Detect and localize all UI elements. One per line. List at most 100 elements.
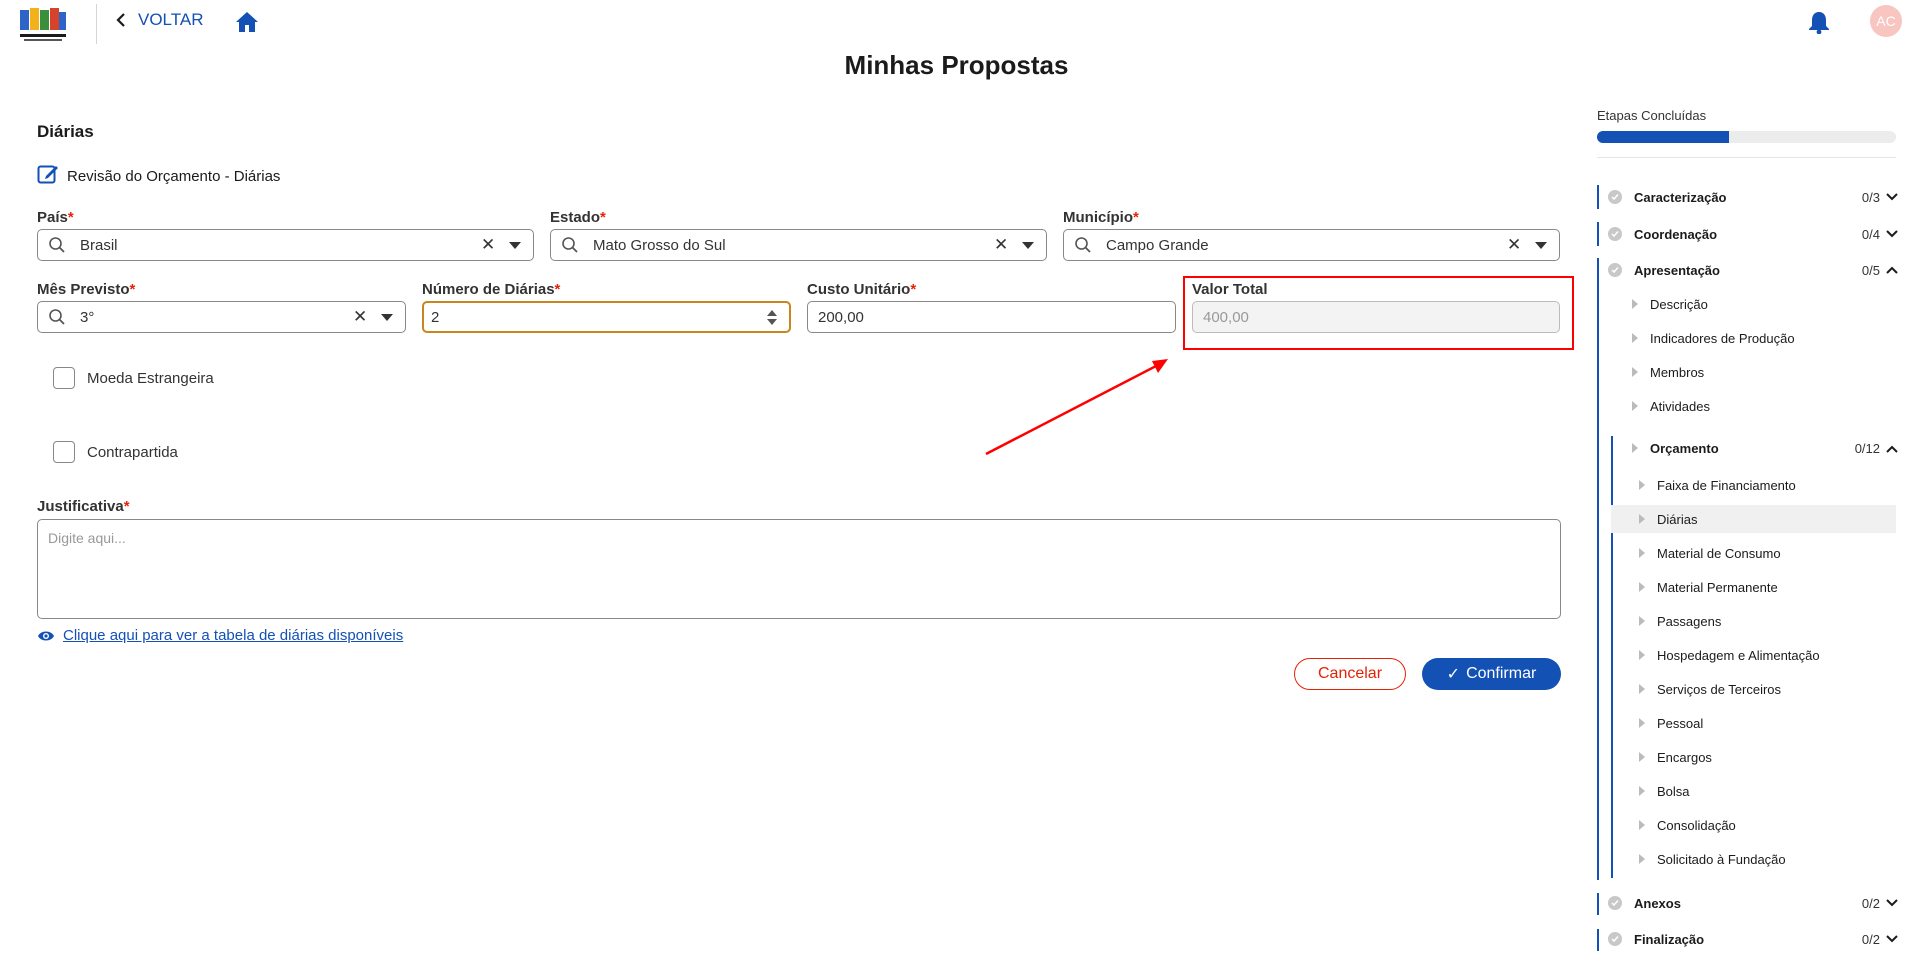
sidebar-subitem-faixa[interactable]: Faixa de Financiamento [1639,474,1796,496]
caret-right-icon [1639,718,1645,728]
custo-unitario-value: 200,00 [818,308,864,326]
municipio-select[interactable]: Campo Grande ✕ [1063,229,1560,261]
header-divider [96,4,97,44]
chevron-down-icon[interactable] [1886,191,1898,203]
highlight-box [1183,276,1574,350]
fapes-logo [14,0,70,44]
sidebar-item-label: Finalização [1634,931,1705,947]
sidebar-subitem-passagens[interactable]: Passagens [1639,610,1721,632]
sidebar-subitem-diarias[interactable]: Diárias [1639,508,1697,530]
sidebar-item-caracterizacao[interactable]: Caracterização 0/3 [1608,186,1898,208]
sidebar-subitem-encargos[interactable]: Encargos [1639,746,1712,768]
sidebar-subitem-membros[interactable]: Membros [1632,361,1704,383]
chevron-up-icon[interactable] [1886,441,1898,456]
pais-select[interactable]: Brasil ✕ [37,229,534,261]
sidebar-subitem-label: Faixa de Financiamento [1657,477,1796,493]
sidebar-subitem-servicos-terceiros[interactable]: Serviços de Terceiros [1639,678,1781,700]
confirm-button[interactable]: ✓ Confirmar [1422,658,1561,690]
clear-icon[interactable]: ✕ [481,235,495,255]
sidebar-subitem-consolidacao[interactable]: Consolidação [1639,814,1736,836]
sidebar-item-apresentacao[interactable]: Apresentação 0/5 [1608,259,1898,281]
back-button[interactable]: VOLTAR [114,8,204,32]
caret-right-icon [1639,650,1645,660]
mes-previsto-value: 3° [80,308,95,326]
dropdown-icon[interactable] [381,313,393,321]
chevron-down-icon[interactable] [1886,933,1898,945]
sidebar-item-finalizacao[interactable]: Finalização 0/2 [1608,928,1898,950]
cancel-button[interactable]: Cancelar [1294,658,1406,690]
chevron-up-icon[interactable] [1886,264,1898,276]
sidebar-subitem-label: Diárias [1657,511,1698,527]
sidebar-item-count: 0/3 [1861,189,1880,205]
sidebar-item-count: 0/2 [1861,895,1880,911]
sidebar-subitem-indicadores[interactable]: Indicadores de Produção [1632,327,1795,349]
mes-previsto-select[interactable]: 3° ✕ [37,301,406,333]
sidebar-subitem-label: Hospedagem e Alimentação [1657,647,1820,663]
check-circle-icon [1608,190,1622,204]
number-spinner-icon[interactable] [767,309,779,325]
justificativa-textarea[interactable]: Digite aqui... [37,519,1561,619]
dropdown-icon[interactable] [1022,241,1034,249]
checkbox-box[interactable] [53,367,75,389]
search-icon [49,309,65,325]
steps-title: Etapas Concluídas [1597,108,1707,123]
back-label: VOLTAR [138,10,204,29]
moeda-estrangeira-checkbox[interactable]: Moeda Estrangeira [53,367,214,389]
contrapartida-checkbox[interactable]: Contrapartida [53,441,178,463]
table-link[interactable]: Clique aqui para ver a tabela de diárias… [63,627,403,644]
pais-value: Brasil [80,236,118,254]
clear-icon[interactable]: ✕ [353,307,367,327]
sidebar-subitem-descricao[interactable]: Descrição [1632,293,1708,315]
table-link-row[interactable]: Clique aqui para ver a tabela de diárias… [37,627,403,644]
caret-right-icon [1632,333,1638,343]
check-circle-icon [1608,227,1622,241]
sidebar-item-coordenacao[interactable]: Coordenação 0/4 [1608,223,1898,245]
sidebar-subitem-material-consumo[interactable]: Material de Consumo [1639,542,1781,564]
avatar[interactable]: AC [1870,5,1902,37]
chevron-down-icon[interactable] [1886,897,1898,909]
sidebar-subitem-label: Material Permanente [1657,579,1778,595]
caret-right-icon [1639,786,1645,796]
dropdown-icon[interactable] [509,241,521,249]
bell-icon[interactable] [1808,10,1830,35]
search-icon [1075,237,1091,253]
checkbox-box[interactable] [53,441,75,463]
sidebar-subitem-label: Material de Consumo [1657,545,1781,561]
home-icon[interactable] [235,10,259,34]
chevron-left-icon [114,13,128,27]
sidebar-subitem-label: Atividades [1650,398,1710,414]
sidebar-subitem-atividades[interactable]: Atividades [1632,395,1710,417]
custo-unitario-input[interactable]: 200,00 [807,301,1176,333]
check-circle-icon [1608,932,1622,946]
clear-icon[interactable]: ✕ [1507,235,1521,255]
dropdown-icon[interactable] [1535,241,1547,249]
sidebar-divider [1597,157,1896,158]
review-header: Revisão do Orçamento - Diárias [37,163,280,189]
justificativa-placeholder: Digite aqui... [48,530,126,546]
sidebar-item-anexos[interactable]: Anexos 0/2 [1608,892,1898,914]
review-title: Revisão do Orçamento - Diárias [67,167,281,185]
sidebar-subitem-label: Descrição [1650,296,1708,312]
custo-unitario-label: Custo Unitário* [807,281,917,298]
sidebar-subitem-solicitado[interactable]: Solicitado à Fundação [1639,848,1786,870]
chevron-down-icon[interactable] [1886,228,1898,240]
caret-right-icon [1639,582,1645,592]
justificativa-label: Justificativa* [37,498,130,515]
progress-bar [1597,131,1896,143]
section-indicator [1597,222,1599,246]
sidebar-subitem-hospedagem[interactable]: Hospedagem e Alimentação [1639,644,1820,666]
page-title: Minhas Propostas [844,50,1069,80]
caret-right-icon [1632,401,1638,411]
clear-icon[interactable]: ✕ [994,235,1008,255]
numero-diarias-input[interactable]: 2 [422,301,791,333]
arrow-annotation [985,359,1168,456]
section-indicator [1611,436,1613,878]
sidebar-subitem-material-permanente[interactable]: Material Permanente [1639,576,1778,598]
sidebar-subitem-label: Membros [1650,364,1705,380]
sidebar-subitem-orcamento[interactable]: Orçamento 0/12 [1632,437,1898,459]
sidebar-subitem-bolsa[interactable]: Bolsa [1639,780,1690,802]
moeda-estrangeira-label: Moeda Estrangeira [87,369,214,387]
sidebar-subitem-pessoal[interactable]: Pessoal [1639,712,1703,734]
caret-right-icon [1639,752,1645,762]
estado-select[interactable]: Mato Grosso do Sul ✕ [550,229,1047,261]
